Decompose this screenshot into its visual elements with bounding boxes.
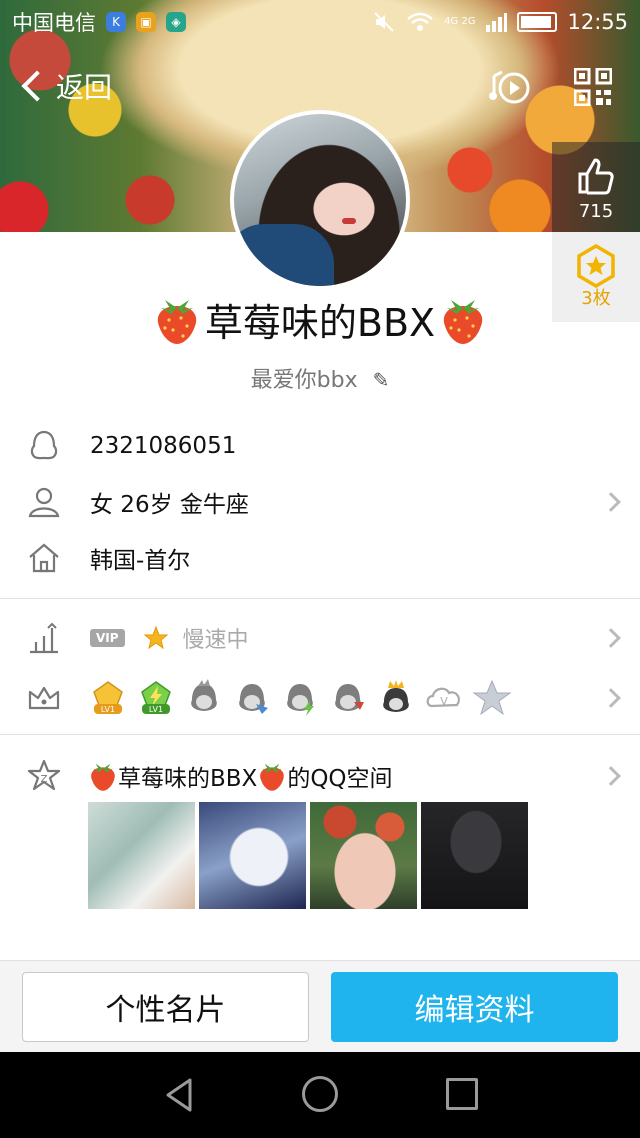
medals-row[interactable]: LV1 LV1 V <box>0 670 640 726</box>
vip-tag: VIP <box>90 629 125 647</box>
like-count: 715 <box>578 201 614 222</box>
qzone-photo[interactable] <box>88 802 195 909</box>
nickname: 草莓味的BBX <box>0 292 640 347</box>
medal-label: LV1 <box>101 705 115 714</box>
nickname-text: 草莓味的BBX <box>204 301 436 345</box>
person-icon <box>28 487 60 518</box>
profile-card-button[interactable]: 个性名片 <box>22 972 309 1042</box>
qzone-photos <box>88 802 528 909</box>
back-label: 返回 <box>56 71 113 104</box>
location: 韩国-首尔 <box>90 548 191 574</box>
penguin-icon <box>30 430 58 460</box>
basic-info-row[interactable]: 女 26岁 金牛座 <box>0 474 640 530</box>
chevron-right-icon <box>601 628 621 648</box>
svg-text:V: V <box>440 695 448 708</box>
gold-diamond-medal-icon: LV1 <box>93 681 123 714</box>
avatar[interactable] <box>230 110 410 290</box>
mute-icon <box>374 12 394 32</box>
signature-text: 最爱你bbx <box>250 368 358 393</box>
qr-code-icon[interactable] <box>574 68 612 106</box>
like-button[interactable]: 715 <box>552 142 640 232</box>
home-icon <box>29 543 59 573</box>
action-bar: 个性名片 编辑资料 <box>0 960 640 1052</box>
qzone-star-icon: Z <box>27 759 61 791</box>
star-icon <box>143 625 168 650</box>
qzone-owner: 草莓味的BBX <box>118 766 258 792</box>
network-type: 4G 2G <box>444 16 476 27</box>
battery-icon <box>517 12 558 32</box>
stats-icon <box>30 622 58 654</box>
star-badge-icon <box>577 243 615 289</box>
star-medal-icon <box>472 679 512 716</box>
crown-penguin-medal-icon <box>383 680 409 712</box>
penguin-medal-icon <box>191 679 217 711</box>
vip-row[interactable]: VIP 慢速中 <box>0 610 640 666</box>
qzone-row[interactable]: Z 草莓味的BBX 的QQ空间 <box>0 748 640 804</box>
avatar-hood <box>234 224 334 286</box>
status-bar: 中国电信 K ▣ ◈ 4G 2G 12:55 <box>0 0 640 44</box>
basic-info: 女 26岁 金牛座 <box>90 492 249 518</box>
wifi-icon <box>407 12 433 31</box>
chevron-right-icon <box>601 688 621 708</box>
location-row: 韩国-首尔 <box>0 530 640 586</box>
thumbs-up-icon <box>578 158 614 195</box>
crown-icon <box>28 686 60 710</box>
penguin-medal-icon <box>239 684 268 714</box>
qzone-photo[interactable] <box>421 802 528 909</box>
qq-number-row: 2321086051 <box>0 418 640 474</box>
penguin-medal-icon <box>335 684 364 711</box>
system-back-icon[interactable] <box>164 1078 194 1112</box>
system-home-icon[interactable] <box>302 1076 338 1112</box>
medal-label: LV1 <box>149 705 163 714</box>
cloud-vip-medal-icon: V <box>426 687 460 708</box>
file-notification-icon: ▣ <box>136 12 156 32</box>
avatar-lip <box>342 218 356 224</box>
qzone-photo[interactable] <box>310 802 417 909</box>
qzone-title: 的QQ空间 <box>287 766 393 792</box>
chevron-right-icon <box>601 492 621 512</box>
svg-text:Z: Z <box>41 774 48 785</box>
strawberry-icon <box>157 299 197 344</box>
clock: 12:55 <box>567 10 628 34</box>
signature[interactable]: 最爱你bbx ✎ <box>0 362 640 394</box>
penguin-medal-icon <box>287 684 314 716</box>
divider <box>0 734 640 735</box>
app-notification-icon: K <box>106 12 126 32</box>
music-icon[interactable] <box>488 66 532 110</box>
chevron-right-icon <box>601 766 621 786</box>
carrier-label: 中国电信 <box>12 11 96 35</box>
strawberry-icon <box>443 299 483 344</box>
strawberry-icon <box>260 763 285 791</box>
qq-number: 2321086051 <box>90 433 237 459</box>
qzone-photo[interactable] <box>199 802 306 909</box>
vip-status: 慢速中 <box>182 628 249 653</box>
shield-notification-icon: ◈ <box>166 12 186 32</box>
green-lightning-medal-icon: LV1 <box>141 681 171 714</box>
chevron-left-icon <box>21 70 53 102</box>
edit-profile-button[interactable]: 编辑资料 <box>331 972 618 1042</box>
edit-pencil-icon: ✎ <box>372 368 390 392</box>
system-navigation-bar <box>0 1052 640 1138</box>
back-button[interactable]: 返回 <box>18 66 112 106</box>
divider <box>0 598 640 599</box>
system-recent-apps-icon[interactable] <box>446 1078 478 1110</box>
signal-icon <box>486 13 508 32</box>
strawberry-icon <box>91 763 115 791</box>
